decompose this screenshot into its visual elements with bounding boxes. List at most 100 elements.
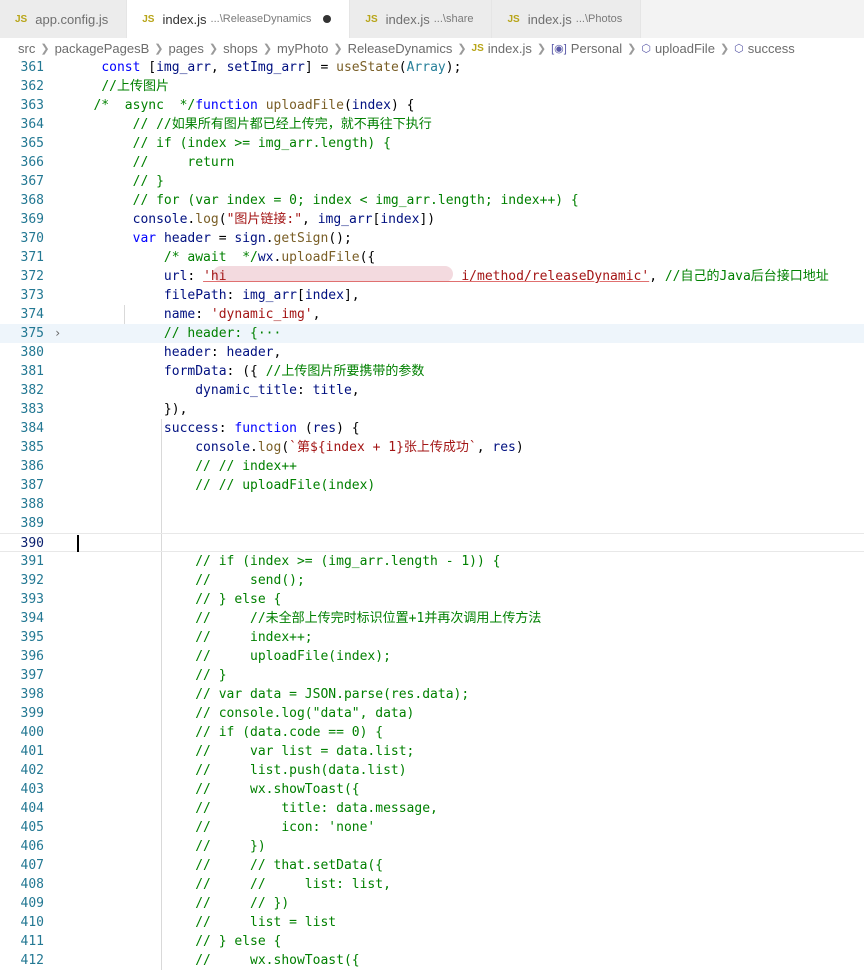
code-line[interactable]: 369 console.log("图片链接:", img_arr[index]) — [0, 210, 864, 229]
breadcrumb-item[interactable]: ReleaseDynamics — [348, 41, 453, 56]
code-line[interactable]: 409 // // }) — [0, 894, 864, 913]
tab-label: index.js — [162, 11, 207, 27]
code-line[interactable]: 406 // }) — [0, 837, 864, 856]
method-cube-icon: ⬡ — [734, 42, 744, 55]
code-text: // // index++ — [195, 459, 297, 474]
code-line[interactable]: 392 // send(); — [0, 571, 864, 590]
breadcrumb-item[interactable]: uploadFile — [655, 41, 715, 56]
code-line[interactable]: 386 // // index++ — [0, 457, 864, 476]
line-number: 405 — [20, 820, 44, 835]
tab-index-release-dynamics[interactable]: JS index.js ...\ReleaseDynamics — [127, 0, 351, 38]
code-text: // var data = JSON.parse(res.data); — [195, 687, 470, 702]
line-number: 383 — [20, 402, 44, 417]
javascript-file-icon: JS — [142, 13, 155, 25]
code-line[interactable]: 384 success: function (res) { — [0, 419, 864, 438]
code-line[interactable]: 401 // var list = data.list; — [0, 742, 864, 761]
line-number: 371 — [20, 250, 44, 265]
code-line[interactable]: 373 filePath: img_arr[index], — [0, 286, 864, 305]
line-number: 403 — [20, 782, 44, 797]
code-line[interactable]: 390 — [0, 533, 864, 552]
code-text: // // that.setData({ — [195, 858, 384, 873]
line-number: 363 — [20, 98, 44, 113]
code-line[interactable]: 374 name: 'dynamic_img', — [0, 305, 864, 324]
code-line[interactable]: 405 // icon: 'none' — [0, 818, 864, 837]
unsaved-changes-dot-icon[interactable] — [323, 15, 332, 23]
code-line[interactable]: 391 // if (index >= (img_arr.length - 1)… — [0, 552, 864, 571]
chevron-right-icon: ❯ — [262, 42, 273, 55]
code-line[interactable]: 400 // if (data.code == 0) { — [0, 723, 864, 742]
code-line[interactable]: 385 console.log(`第${index + 1}张上传成功`, re… — [0, 438, 864, 457]
fold-chevron-right-icon[interactable]: › — [54, 324, 61, 343]
code-line[interactable]: 411 // } else { — [0, 932, 864, 951]
code-line[interactable]: 375 › // header: {··· — [0, 324, 864, 343]
code-line[interactable]: 394 // //未全部上传完时标识位置+1并再次调用上传方法 — [0, 609, 864, 628]
code-line[interactable]: 402 // list.push(data.list) — [0, 761, 864, 780]
line-number: 373 — [20, 288, 44, 303]
code-text: // } else { — [195, 592, 282, 607]
breadcrumb-item[interactable]: src — [18, 41, 35, 56]
code-line[interactable]: 380 header: header, — [0, 343, 864, 362]
code-line[interactable]: 362 //上传图片 — [0, 77, 864, 96]
javascript-file-icon: JS — [471, 42, 484, 54]
code-line[interactable]: 393 // } else { — [0, 590, 864, 609]
line-number: 370 — [20, 231, 44, 246]
code-line[interactable]: 399 // console.log("data", data) — [0, 704, 864, 723]
code-line[interactable]: 395 // index++; — [0, 628, 864, 647]
code-line[interactable]: 412 // wx.showToast({ — [0, 951, 864, 970]
code-line[interactable]: 398 // var data = JSON.parse(res.data); — [0, 685, 864, 704]
code-line[interactable]: 396 // uploadFile(index); — [0, 647, 864, 666]
code-text: // console.log("data", data) — [195, 706, 415, 721]
code-text: // icon: 'none' — [195, 820, 376, 835]
tab-index-share[interactable]: JS index.js ...\share — [350, 0, 493, 38]
breadcrumb-item[interactable]: myPhoto — [277, 41, 328, 56]
code-line[interactable]: 410 // list = list — [0, 913, 864, 932]
line-number: 412 — [20, 953, 44, 968]
code-line[interactable]: 389 — [0, 514, 864, 533]
code-line[interactable]: 372 url: 'hi i/method/releaseDynamic', /… — [0, 267, 864, 286]
line-number: 368 — [20, 193, 44, 208]
code-line[interactable]: 364 // //如果所有图片都已经上传完，就不再往下执行 — [0, 115, 864, 134]
code-line[interactable]: 403 // wx.showToast({ — [0, 780, 864, 799]
code-text: // } — [132, 174, 164, 189]
code-text: // }) — [195, 839, 266, 854]
code-line[interactable]: 367 // } — [0, 172, 864, 191]
code-line[interactable]: 397 // } — [0, 666, 864, 685]
code-line[interactable]: 388 — [0, 495, 864, 514]
code-text: // // uploadFile(index) — [195, 478, 376, 493]
line-number: 361 — [20, 60, 44, 75]
line-number: 395 — [20, 630, 44, 645]
code-text: // // list: list, — [195, 877, 391, 892]
code-line[interactable]: 361 const [img_arr, setImg_arr] = useSta… — [0, 58, 864, 77]
code-line[interactable]: 363 /* async */function uploadFile(index… — [0, 96, 864, 115]
line-number: 391 — [20, 554, 44, 569]
breadcrumb-item[interactable]: packagePagesB — [55, 41, 150, 56]
line-number: 396 — [20, 649, 44, 664]
breadcrumb-item[interactable]: success — [748, 41, 795, 56]
line-number: 411 — [20, 934, 44, 949]
line-number: 406 — [20, 839, 44, 854]
code-line[interactable]: 365 // if (index >= img_arr.length) { — [0, 134, 864, 153]
tab-app-config[interactable]: JS app.config.js — [0, 0, 128, 38]
code-line[interactable]: 383 }), — [0, 400, 864, 419]
code-line[interactable]: 382 dynamic_title: title, — [0, 381, 864, 400]
tab-index-photos[interactable]: JS index.js ...\Photos — [492, 0, 642, 38]
breadcrumb-item[interactable]: Personal — [571, 41, 622, 56]
code-line[interactable]: 408 // // list: list, — [0, 875, 864, 894]
code-line[interactable]: 407 // // that.setData({ — [0, 856, 864, 875]
code-text: // //如果所有图片都已经上传完，就不再往下执行 — [132, 117, 432, 132]
code-line[interactable]: 404 // title: data.message, — [0, 799, 864, 818]
code-text: console.log("图片链接:", img_arr[index]) — [132, 212, 436, 227]
code-editor[interactable]: 361 const [img_arr, setImg_arr] = useSta… — [0, 58, 864, 970]
code-line[interactable]: 371 /* await */wx.uploadFile({ — [0, 248, 864, 267]
breadcrumb-item[interactable]: pages — [168, 41, 203, 56]
code-line[interactable]: 387 // // uploadFile(index) — [0, 476, 864, 495]
line-number: 404 — [20, 801, 44, 816]
code-line[interactable]: 368 // for (var index = 0; index < img_a… — [0, 191, 864, 210]
code-line[interactable]: 381 formData: ({ //上传图片所要携带的参数 — [0, 362, 864, 381]
code-line[interactable]: 370 var header = sign.getSign(); — [0, 229, 864, 248]
breadcrumb-item[interactable]: shops — [223, 41, 258, 56]
code-text: // return — [132, 155, 235, 170]
code-line[interactable]: 366 // return — [0, 153, 864, 172]
breadcrumb-item[interactable]: index.js — [488, 41, 532, 56]
code-text: /* async */function uploadFile(index) { — [93, 98, 415, 113]
